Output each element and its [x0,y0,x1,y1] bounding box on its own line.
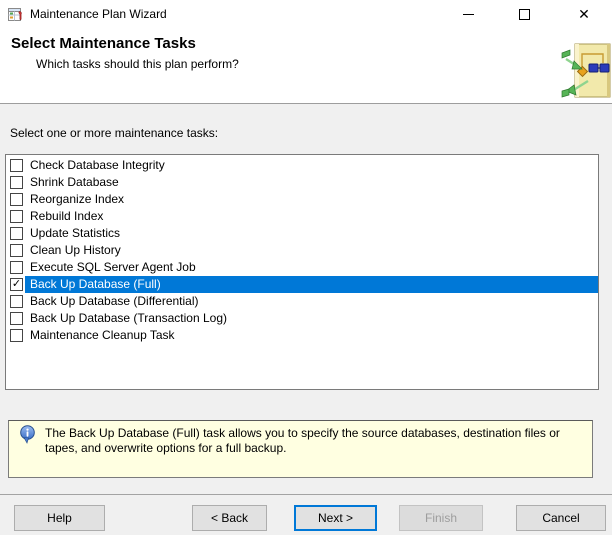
page-title: Select Maintenance Tasks [11,35,196,52]
maintenance-plan-icon [8,6,24,22]
list-item-label: Check Database Integrity [25,157,598,174]
close-button[interactable]: ✕ [569,0,599,28]
list-item[interactable]: ✓Back Up Database (Full) [6,276,598,293]
help-button[interactable]: Help [14,505,105,531]
window-title: Maintenance Plan Wizard [30,0,167,28]
checkbox-unchecked[interactable] [10,159,23,172]
back-button[interactable]: < Back [192,505,267,531]
bottom-divider [0,494,612,495]
maintenance-tasks-listbox[interactable]: Check Database IntegrityShrink DatabaseR… [5,154,599,390]
checkbox-unchecked[interactable] [10,329,23,342]
task-description-text: The Back Up Database (Full) task allows … [45,426,567,456]
minimize-button[interactable] [453,0,483,28]
minimize-icon [463,14,474,15]
list-item[interactable]: Back Up Database (Differential) [6,293,598,310]
list-item[interactable]: Rebuild Index [6,208,598,225]
list-item-label: Update Statistics [25,225,598,242]
task-description-panel: The Back Up Database (Full) task allows … [8,420,593,478]
list-item-label: Maintenance Cleanup Task [25,327,598,344]
list-item[interactable]: Check Database Integrity [6,157,598,174]
list-item-label: Back Up Database (Differential) [25,293,598,310]
checkbox-unchecked[interactable] [10,295,23,308]
checkbox-unchecked[interactable] [10,193,23,206]
checkbox-unchecked[interactable] [10,210,23,223]
list-item-label: Back Up Database (Full) [25,276,598,293]
list-item[interactable]: Execute SQL Server Agent Job [6,259,598,276]
checkbox-checked[interactable]: ✓ [10,278,23,291]
list-item-label: Back Up Database (Transaction Log) [25,310,598,327]
list-item[interactable]: Back Up Database (Transaction Log) [6,310,598,327]
maximize-button[interactable] [509,0,539,28]
list-item[interactable]: Clean Up History [6,242,598,259]
select-tasks-label: Select one or more maintenance tasks: [10,126,218,140]
page-subtitle: Which tasks should this plan perform? [36,57,239,71]
wizard-header: Select Maintenance Tasks Which tasks sho… [0,28,612,104]
list-item[interactable]: Shrink Database [6,174,598,191]
list-item[interactable]: Reorganize Index [6,191,598,208]
finish-button: Finish [399,505,483,531]
list-item-label: Shrink Database [25,174,598,191]
maintenance-plan-workflow-icon [560,39,612,102]
checkbox-unchecked[interactable] [10,227,23,240]
checkbox-unchecked[interactable] [10,312,23,325]
list-item[interactable]: Maintenance Cleanup Task [6,327,598,344]
list-item-label: Reorganize Index [25,191,598,208]
maximize-icon [519,9,530,20]
close-icon: ✕ [578,7,590,21]
title-bar: Maintenance Plan Wizard ✕ [0,0,612,28]
list-item[interactable]: Update Statistics [6,225,598,242]
next-button[interactable]: Next > [294,505,377,531]
list-item-label: Rebuild Index [25,208,598,225]
list-item-label: Clean Up History [25,242,598,259]
cancel-button[interactable]: Cancel [516,505,606,531]
list-item-label: Execute SQL Server Agent Job [25,259,598,276]
checkbox-unchecked[interactable] [10,244,23,257]
checkbox-unchecked[interactable] [10,176,23,189]
checkbox-unchecked[interactable] [10,261,23,274]
info-balloon-icon [19,425,36,444]
